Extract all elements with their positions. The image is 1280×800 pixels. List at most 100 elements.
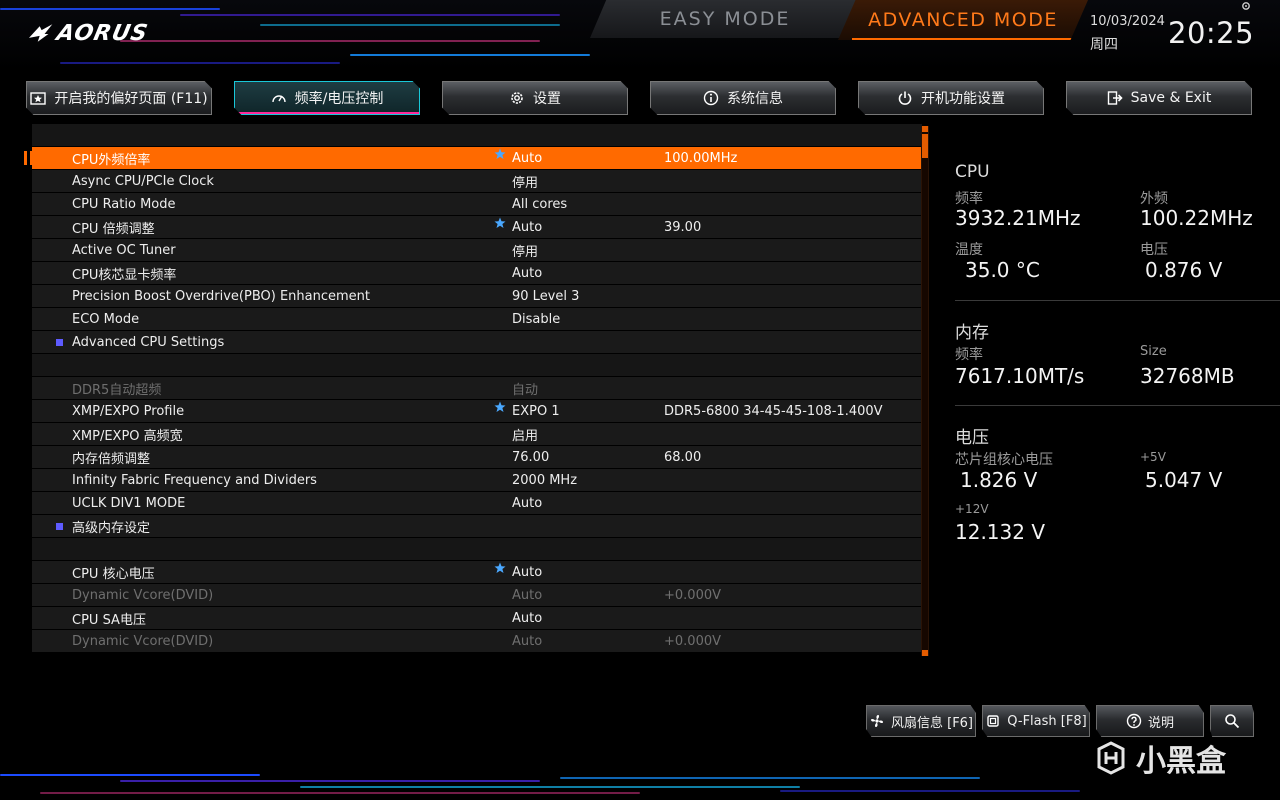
setting-value[interactable]: Auto [512,151,542,166]
favorite-icon [30,90,47,106]
setting-current-value: +0.000V [664,633,722,649]
favorite-star-icon[interactable] [494,401,506,413]
setting-row[interactable]: ECO Mode Disable [32,308,922,330]
help-label: 说明 [1147,715,1174,731]
setting-name: UCLK DIV1 MODE [72,495,186,511]
setting-value[interactable]: EXPO 1 [512,404,560,419]
decor-streak [60,62,340,64]
search-button[interactable] [1210,705,1254,737]
setting-row[interactable]: CPU核芯显卡频率 Auto [32,262,922,284]
setting-value[interactable]: 停用 [512,172,538,191]
cpu-volt-label: 电压 [1140,242,1168,258]
tab-boot[interactable]: 开机功能设置 [858,81,1044,115]
tab-frequency-voltage[interactable]: 频率/电压控制 [234,81,420,115]
setting-row[interactable]: 内存倍频调整 76.00 68.00 [32,446,922,468]
setting-value[interactable]: All cores [512,197,567,212]
chip-icon [987,715,999,727]
info-icon [703,90,719,106]
decor-streak [0,774,260,776]
setting-name: Active OC Tuner [72,242,176,258]
help-icon [1126,713,1142,729]
scrollbar[interactable] [921,126,929,656]
favorite-star-icon[interactable] [494,562,506,574]
setting-value[interactable]: Auto [512,588,542,603]
fan-info-button[interactable]: 风扇信息 [F6] [866,705,976,737]
setting-row[interactable]: DDR5自动超频 自动 [32,377,922,399]
scroll-thumb[interactable] [922,134,928,158]
setting-value[interactable]: Disable [512,312,560,327]
setting-name: Async CPU/PCIe Clock [72,173,214,189]
weekday-display: 周四 [1090,37,1118,53]
setting-name: Precision Boost Overdrive(PBO) Enhanceme… [72,288,370,304]
setting-row[interactable]: Precision Boost Overdrive(PBO) Enhanceme… [32,285,922,307]
setting-value[interactable]: 90 Level 3 [512,289,579,304]
fan-icon [870,715,883,727]
panel-divider [955,300,1280,301]
v12-label: +12V [955,502,989,516]
qflash-label: Q-Flash [F8] [1007,713,1087,729]
top-bar: AORUS EASY MODE ADVANCED MODE 10/03/2024… [0,0,1280,70]
setting-value[interactable]: Auto [512,611,542,626]
setting-row[interactable]: Dynamic Vcore(DVID) Auto +0.000V [32,584,922,606]
setting-value[interactable]: Auto [512,565,542,580]
settings-gear-icon[interactable] [1240,0,1252,12]
setting-row[interactable]: CPU 倍频调整 Auto 39.00 [32,216,922,238]
tab-label: 频率/电压控制 [294,91,384,107]
advanced-mode-button[interactable]: ADVANCED MODE [838,0,1088,40]
power-icon [897,90,913,106]
cpu-bclk-value: 100.22MHz [1140,206,1253,230]
setting-row[interactable]: CPU外频倍率 Auto 100.00MHz [24,147,928,169]
favorite-star-icon[interactable] [494,148,506,160]
setting-row[interactable]: Async CPU/PCIe Clock 停用 [32,170,922,192]
submenu-row[interactable]: 高级内存设定 [32,515,922,537]
setting-name: 高级内存设定 [72,520,151,536]
v5-label: +5V [1140,450,1166,464]
setting-value[interactable]: Auto [512,496,542,511]
setting-row[interactable]: UCLK DIV1 MODE Auto [32,492,922,514]
setting-row[interactable]: Infinity Fabric Frequency and Dividers 20… [32,469,922,491]
setting-row[interactable]: Dynamic Vcore(DVID) Auto +0.000V [32,630,922,652]
tab-settings[interactable]: 设置 [442,81,628,115]
setting-value[interactable]: 启用 [512,425,538,444]
cpu-freq-label: 频率 [955,191,983,207]
tab-label: 开机功能设置 [921,91,1005,107]
setting-value[interactable]: 停用 [512,241,538,260]
hardware-monitor-panel: CPU 频率 3932.21MHz 外频 100.22MHz 温度 35.0 °… [940,140,1280,560]
setting-name: Dynamic Vcore(DVID) [72,587,214,603]
tab-label: 开启我的偏好页面 (F11) [54,91,208,107]
logo-text: AORUS [54,20,151,46]
decor-streak [120,780,540,782]
exit-icon [1107,90,1123,106]
setting-name: XMP/EXPO Profile [72,403,185,419]
setting-row[interactable]: CPU Ratio Mode All cores [32,193,922,215]
setting-value[interactable]: Auto [512,634,542,649]
setting-row[interactable]: XMP/EXPO Profile EXPO 1 DDR5-6800 34-45-45… [32,400,922,422]
setting-value[interactable]: Auto [512,266,542,281]
setting-row[interactable]: XMP/EXPO 高频宽 启用 [32,423,922,445]
tab-favorites[interactable]: 开启我的偏好页面 (F11) [26,81,212,115]
easy-mode-button[interactable]: EASY MODE [590,0,860,38]
setting-current-value: 39.00 [664,219,702,235]
fan-info-label: 风扇信息 [F6] [890,715,974,731]
favorite-star-icon[interactable] [494,217,506,229]
scroll-up-arrow[interactable] [922,126,928,132]
setting-value[interactable]: 2000 MHz [512,473,577,488]
tab-save-exit[interactable]: Save & Exit [1066,81,1252,115]
tab-system-info[interactable]: 系统信息 [650,81,836,115]
setting-value[interactable]: 76.00 [512,450,549,465]
chipset-volt-label: 芯片组核心电压 [955,452,1053,468]
spacer-row [32,538,922,560]
setting-value[interactable]: Auto [512,220,542,235]
qflash-button[interactable]: Q-Flash [F8] [982,705,1090,737]
setting-value[interactable]: 自动 [512,379,538,398]
setting-row[interactable]: CPU SA电压 Auto [32,607,922,629]
help-button[interactable]: 说明 [1096,705,1204,737]
chipset-volt-value: 1.826 V [960,468,1038,492]
setting-name: Dynamic Vcore(DVID) [72,633,214,649]
decor-streak [560,777,980,779]
scroll-down-arrow[interactable] [922,650,928,656]
tab-label: 设置 [533,91,561,107]
submenu-row[interactable]: Advanced CPU Settings [32,331,922,353]
setting-row[interactable]: Active OC Tuner 停用 [32,239,922,261]
setting-row[interactable]: CPU 核心电压 Auto [32,561,922,583]
